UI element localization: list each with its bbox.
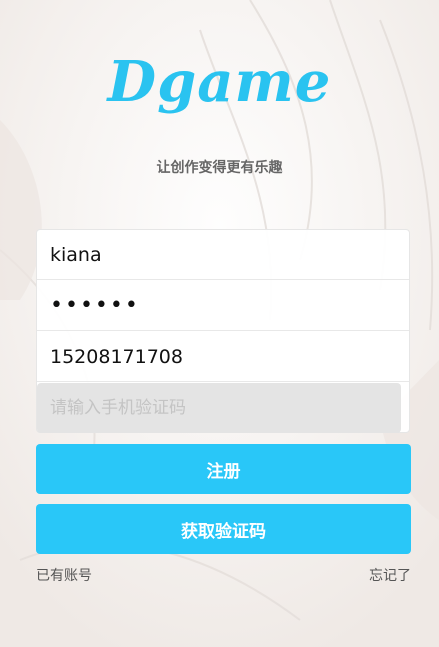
app-logo: Dgame — [107, 49, 332, 115]
register-button[interactable]: 注册 — [36, 444, 411, 494]
slogan: 让创作变得更有乐趣 — [156, 160, 283, 176]
password-input[interactable] — [37, 281, 409, 331]
have-account-link[interactable]: 已有账号 — [36, 566, 92, 586]
register-form — [36, 229, 410, 433]
phone-input[interactable] — [37, 332, 409, 382]
get-verification-code-button[interactable]: 获取验证码 — [36, 504, 411, 554]
forgot-password-link[interactable]: 忘记了 — [369, 566, 411, 586]
verification-code-input[interactable] — [37, 383, 401, 433]
username-input[interactable] — [37, 230, 409, 280]
